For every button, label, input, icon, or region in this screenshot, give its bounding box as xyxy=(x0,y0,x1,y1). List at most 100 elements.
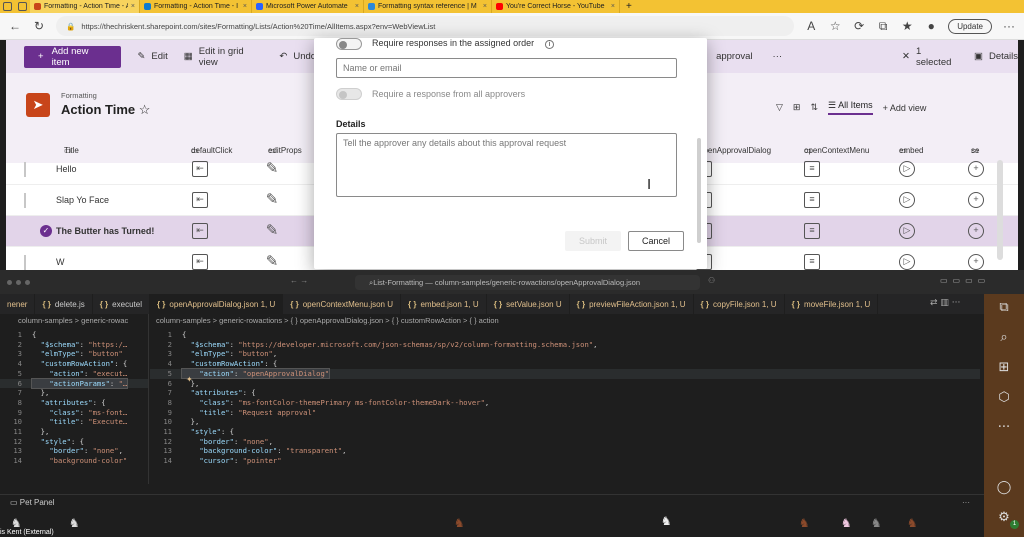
all-approvers-toggle[interactable] xyxy=(336,88,362,100)
details-button[interactable]: ▣ Details xyxy=(974,51,1018,62)
play-icon[interactable]: ▷ xyxy=(899,192,915,208)
window-dot-icon[interactable] xyxy=(25,280,30,285)
reload-icon[interactable]: ↻ xyxy=(32,19,46,33)
code-line[interactable]: 13 "background-color": "transparent", xyxy=(150,446,980,456)
play-icon[interactable]: ▷ xyxy=(899,254,915,270)
editor-tab[interactable]: { } moveFile.json 1, U xyxy=(785,294,879,314)
code-line[interactable]: 12 "style": { xyxy=(0,437,148,447)
add-new-item-button[interactable]: + Add new item xyxy=(24,45,122,68)
url-field[interactable]: 🔒 https://thechriskent.sharepoint.com/si… xyxy=(56,16,795,36)
search-icon[interactable]: ⌕ xyxy=(994,328,1014,348)
context-menu-icon[interactable]: ≡ xyxy=(804,192,820,208)
layout-icons[interactable]: ▭▭▭▭ xyxy=(940,276,990,285)
row-title[interactable]: Hello xyxy=(56,164,77,174)
code-line[interactable]: 8 "class": "ms-fontColor-themePrimary ms… xyxy=(150,398,980,408)
row-selector[interactable] xyxy=(24,193,26,208)
code-line[interactable]: 1{ xyxy=(150,330,980,340)
editor-tab[interactable]: { } copyFile.json 1, U xyxy=(694,294,785,314)
plus-circle-icon[interactable]: + xyxy=(968,192,984,208)
row-selector[interactable] xyxy=(24,162,26,177)
clear-selection-button[interactable]: ✕ 1 selected xyxy=(902,46,958,68)
horse-pet-icon[interactable]: ♞ xyxy=(70,515,78,531)
editor-tab[interactable]: { } executel xyxy=(93,294,150,314)
group-icon[interactable]: ⊞ xyxy=(793,102,801,113)
browser-tab[interactable]: You're Correct Horse - YouTube × xyxy=(492,0,620,13)
editor-tab[interactable]: { } delete.js xyxy=(35,294,93,314)
read-aloud-icon[interactable]: A xyxy=(804,19,818,33)
editor-tab[interactable]: { } previewFileAction.json 1, U xyxy=(570,294,694,314)
window-control-icon[interactable] xyxy=(3,2,12,11)
dialog-scrollbar[interactable] xyxy=(697,138,701,243)
command-center[interactable]: ⌕ List-Formatting — column-samples/gener… xyxy=(355,275,700,290)
plus-circle-icon[interactable]: + xyxy=(968,254,984,270)
horse-pet-icon[interactable]: ♞ xyxy=(800,515,808,531)
pencil-icon[interactable]: ✎ xyxy=(264,161,280,177)
close-tab-icon[interactable]: × xyxy=(243,3,247,10)
list-scrollbar[interactable] xyxy=(997,160,1003,260)
play-icon[interactable]: ▷ xyxy=(899,161,915,177)
new-tab-button[interactable]: + xyxy=(620,1,638,12)
context-menu-icon[interactable]: ≡ xyxy=(804,254,820,270)
nav-arrows-icon[interactable]: ← → xyxy=(290,276,308,285)
row-title[interactable]: W xyxy=(56,257,65,267)
play-icon[interactable]: ▷ xyxy=(899,223,915,239)
explorer-icon[interactable]: ⧉ xyxy=(994,298,1014,318)
panel-more-icon[interactable]: ··· xyxy=(962,498,970,507)
sort-icon[interactable]: ⇅ xyxy=(810,102,818,113)
site-logo-icon[interactable]: ➤ xyxy=(26,93,50,117)
row-title[interactable]: Slap Yo Face xyxy=(56,195,109,205)
right-editor[interactable]: 1{2 "$schema": "https://developer.micros… xyxy=(150,330,980,490)
window-control-icon[interactable] xyxy=(18,2,27,11)
close-tab-icon[interactable]: × xyxy=(131,3,135,10)
plus-circle-icon[interactable]: + xyxy=(968,161,984,177)
close-tab-icon[interactable]: × xyxy=(355,3,359,10)
refresh-icon[interactable]: ⟳ xyxy=(852,19,866,33)
info-icon[interactable]: i xyxy=(544,40,555,49)
default-click-icon[interactable]: ⇤ xyxy=(192,254,208,270)
all-items-view[interactable]: ☰ All Items xyxy=(828,100,873,115)
back-icon[interactable]: ← xyxy=(8,19,22,33)
close-tab-icon[interactable]: × xyxy=(483,3,487,10)
filter-icon[interactable]: ▽ xyxy=(776,102,783,113)
editor-tab[interactable]: nener xyxy=(0,294,36,314)
extensions-icon[interactable]: ⧉ xyxy=(876,19,890,34)
horse-pet-icon[interactable]: ♞ xyxy=(455,515,463,531)
cancel-button[interactable]: Cancel xyxy=(628,231,684,251)
code-line[interactable]: 5 "action": "execut… xyxy=(0,369,148,379)
horse-pet-icon[interactable]: ♞ xyxy=(908,515,916,531)
browser-tab[interactable]: Formatting - Action Time - I × xyxy=(140,0,252,13)
pencil-icon[interactable]: ✎ xyxy=(264,254,280,270)
package-icon[interactable]: ⬡ xyxy=(994,388,1014,408)
code-line[interactable]: 1{ xyxy=(0,330,148,340)
add-view-button[interactable]: + Add view xyxy=(883,103,927,113)
code-line[interactable]: 2 "$schema": "https://developer.microsof… xyxy=(150,340,980,350)
submit-button[interactable]: Submit xyxy=(565,231,621,251)
default-click-icon[interactable]: ⇤ xyxy=(192,161,208,177)
horse-pet-icon[interactable]: ♞ xyxy=(662,513,670,529)
plus-circle-icon[interactable]: + xyxy=(968,223,984,239)
code-line[interactable]: 6 }, xyxy=(150,379,980,389)
code-line[interactable]: 13 "border": "none", xyxy=(0,446,148,456)
editor-tab[interactable]: { } openApprovalDialog.json 1, U xyxy=(149,294,284,314)
browser-tab[interactable]: Formatting syntax reference | M × xyxy=(364,0,492,13)
default-click-icon[interactable]: ⇤ xyxy=(192,223,208,239)
browser-tab[interactable]: Formatting - Action Time - All I× xyxy=(30,0,140,13)
code-line[interactable]: 9 "title": "Request approval" xyxy=(150,408,980,418)
edit-button[interactable]: ✎ Edit xyxy=(137,51,167,62)
update-button[interactable]: Update xyxy=(948,18,992,34)
code-line[interactable]: 3 "elmType": "button", xyxy=(150,349,980,359)
pencil-icon[interactable]: ✎ xyxy=(264,192,280,208)
code-line[interactable]: 5 "action": "openApprovalDialog" xyxy=(150,367,980,379)
code-line[interactable]: 12 "border": "none", xyxy=(150,437,980,447)
code-line[interactable]: 14 "cursor": "pointer" xyxy=(150,456,980,466)
code-line[interactable]: 11 "style": { xyxy=(150,427,980,437)
close-tab-icon[interactable]: × xyxy=(611,3,615,10)
default-click-icon[interactable]: ⇤ xyxy=(192,192,208,208)
code-line[interactable]: 4 "customRowAction": { xyxy=(0,359,148,369)
edit-grid-button[interactable]: ▦ Edit in grid view xyxy=(184,46,264,68)
approvers-input[interactable]: Name or email xyxy=(336,58,677,78)
extensions-icon[interactable]: ⊞ xyxy=(994,358,1014,378)
row-selector[interactable] xyxy=(24,255,26,270)
details-textarea[interactable]: Tell the approver any details about this… xyxy=(336,133,677,197)
code-line[interactable]: 10 "title": "Execute… xyxy=(0,417,148,427)
